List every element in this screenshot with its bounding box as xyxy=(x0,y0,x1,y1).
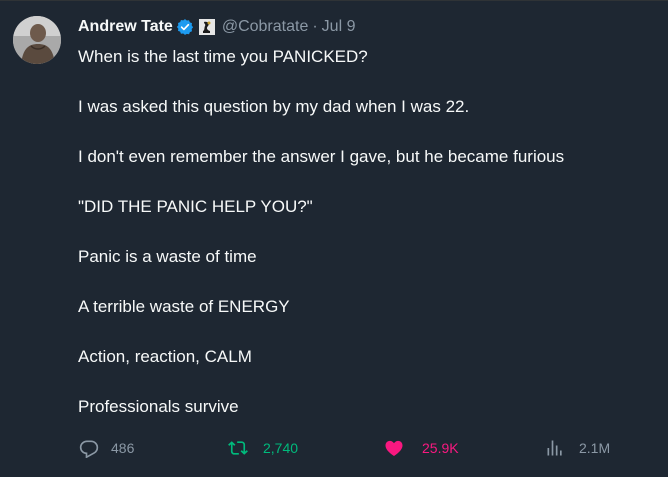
tweet-line: Action, reaction, CALM xyxy=(78,347,252,366)
separator-dot: · xyxy=(312,18,318,35)
tweet-header: Andrew Tate @Cobratate · Jul 9 xyxy=(78,17,355,37)
retweet-count: 2,740 xyxy=(263,440,299,456)
avatar[interactable] xyxy=(13,16,61,64)
reply-button[interactable]: 486 xyxy=(79,433,134,463)
affiliate-badge-icon[interactable] xyxy=(198,19,215,35)
like-count: 25.9K xyxy=(422,440,459,456)
tweet-line: A terrible waste of ENERGY xyxy=(78,297,290,316)
tweet-line: I was asked this question by my dad when… xyxy=(78,97,470,116)
tweet-line: Panic is a waste of time xyxy=(78,247,257,266)
like-button[interactable]: 25.9K xyxy=(383,433,459,463)
tweet-line: I don't even remember the answer I gave,… xyxy=(78,147,565,166)
verified-badge-icon xyxy=(176,18,194,36)
views-count: 2.1M xyxy=(579,440,611,456)
reply-count: 486 xyxy=(111,440,135,456)
views-icon xyxy=(545,438,565,458)
tweet-line: When is the last time you PANICKED? xyxy=(78,47,368,66)
reply-icon xyxy=(79,438,99,458)
timestamp[interactable]: Jul 9 xyxy=(322,18,356,36)
author-handle[interactable]: @Cobratate xyxy=(222,18,309,36)
avatar-image xyxy=(13,16,61,64)
views-button[interactable]: 2.1M xyxy=(545,433,610,463)
heart-icon xyxy=(383,438,405,458)
tweet-card[interactable]: Andrew Tate @Cobratate · Jul 9 When is t… xyxy=(0,0,668,477)
divider xyxy=(0,0,668,1)
retweet-button[interactable]: 2,740 xyxy=(227,433,298,463)
action-bar: 486 2,740 25.9K 2.1M xyxy=(0,433,668,463)
tweet-line: "DID THE PANIC HELP YOU?" xyxy=(78,197,313,216)
tweet-text: When is the last time you PANICKED? I wa… xyxy=(78,45,648,445)
retweet-icon xyxy=(227,438,249,458)
tweet-line: Professionals survive xyxy=(78,397,239,416)
display-name[interactable]: Andrew Tate xyxy=(78,18,173,36)
